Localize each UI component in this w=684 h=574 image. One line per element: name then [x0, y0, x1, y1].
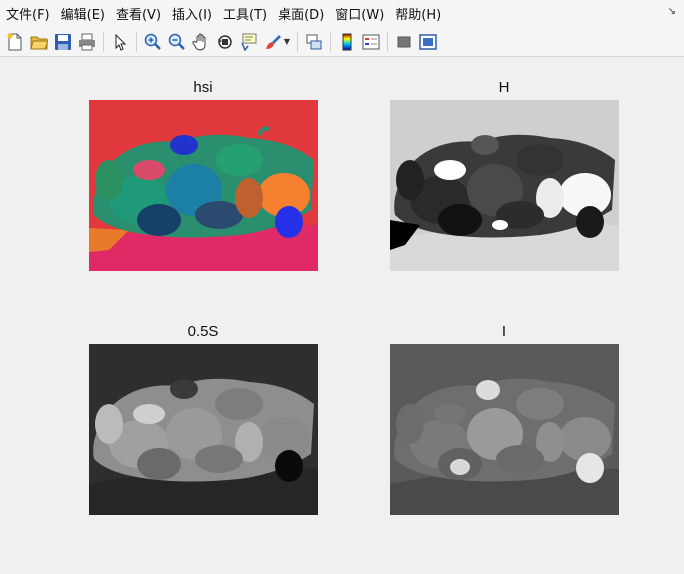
- toolbar-separator: [103, 31, 104, 52]
- pan-icon[interactable]: [191, 32, 211, 52]
- axis-title-h: H: [498, 79, 510, 96]
- colorbar-icon[interactable]: [337, 32, 357, 52]
- menu-view[interactable]: 查看(V): [109, 4, 165, 23]
- axis-title-hsi: hsi: [193, 79, 213, 96]
- open-file-icon[interactable]: [29, 32, 49, 52]
- menu-tools[interactable]: 工具(T): [216, 4, 271, 23]
- menu-insert[interactable]: 插入(I): [165, 4, 216, 23]
- data-cursor-icon[interactable]: [239, 32, 259, 52]
- menu-file[interactable]: 文件(F): [0, 4, 54, 23]
- zoom-in-icon[interactable]: [143, 32, 163, 52]
- hide-plot-tools-icon[interactable]: [394, 32, 414, 52]
- menu-window[interactable]: 窗口(W): [328, 4, 388, 23]
- new-figure-icon[interactable]: [5, 32, 25, 52]
- dock-arrow-icon[interactable]: ↘: [668, 6, 676, 17]
- image-i: [390, 344, 619, 515]
- figure-toolbar: ▼: [0, 27, 684, 57]
- zoom-out-icon[interactable]: [167, 32, 187, 52]
- menu-desktop[interactable]: 桌面(D): [271, 4, 328, 23]
- axis-title-0-5s: 0.5S: [187, 323, 219, 340]
- image-h: [390, 100, 619, 271]
- menu-edit[interactable]: 编辑(E): [54, 4, 109, 23]
- legend-icon[interactable]: [361, 32, 381, 52]
- toolbar-separator: [297, 31, 298, 52]
- figure-canvas: hsi H 0.5S I: [0, 58, 684, 574]
- brush-icon[interactable]: [263, 32, 283, 52]
- pointer-icon[interactable]: [110, 32, 130, 52]
- menu-help[interactable]: 帮助(H): [388, 4, 445, 23]
- toolbar-separator: [387, 31, 388, 52]
- toolbar-separator: [136, 31, 137, 52]
- menu-bar: 文件(F) 编辑(E) 查看(V) 插入(I) 工具(T) 桌面(D) 窗口(W…: [0, 0, 684, 27]
- image-0-5s: [89, 344, 318, 515]
- rotate-3d-icon[interactable]: [215, 32, 235, 52]
- show-plot-tools-icon[interactable]: [418, 32, 438, 52]
- print-icon[interactable]: [77, 32, 97, 52]
- brush-dropdown-icon[interactable]: ▼: [283, 32, 291, 52]
- axis-title-i: I: [501, 323, 507, 340]
- save-icon[interactable]: [53, 32, 73, 52]
- toolbar-separator: [330, 31, 331, 52]
- link-plot-icon[interactable]: [304, 32, 324, 52]
- image-hsi: [89, 100, 318, 271]
